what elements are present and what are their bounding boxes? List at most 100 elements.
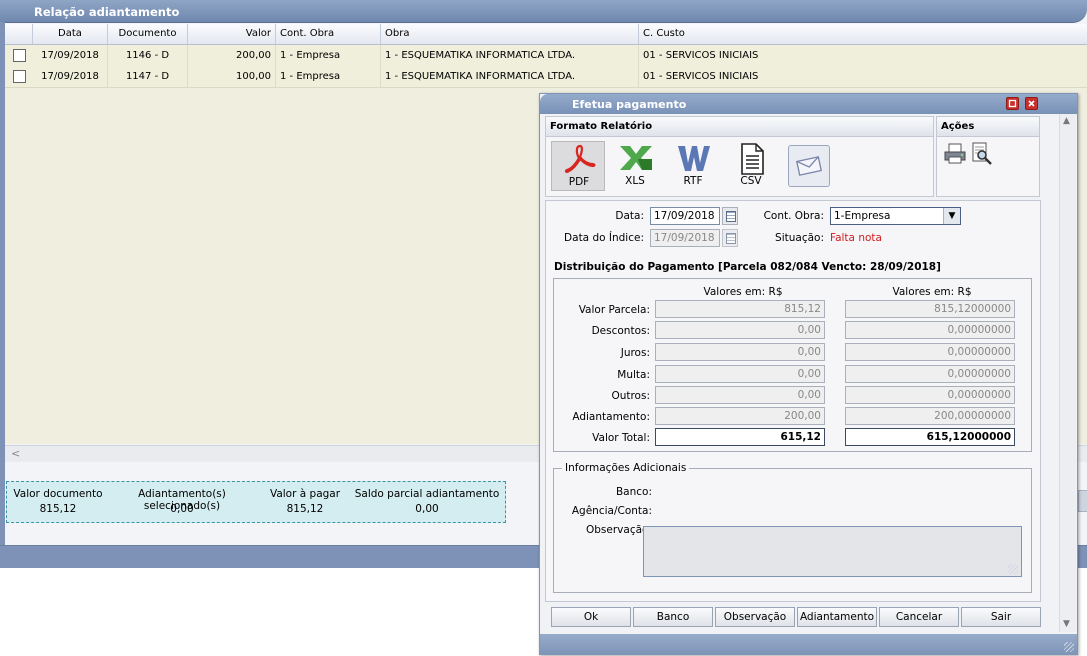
header-valor[interactable]: Valor: [188, 24, 276, 44]
row-checkbox[interactable]: [13, 70, 26, 83]
valor-total-label: Valor Total:: [592, 432, 650, 444]
data-indice-label: Data do Índice:: [564, 232, 644, 244]
valor-documento-label: Valor documento: [13, 488, 103, 500]
pdf-format-button[interactable]: PDF: [551, 141, 605, 191]
observacao-textarea[interactable]: [643, 526, 1022, 577]
acoes-header: Ações: [937, 117, 1039, 137]
adiantamento-field: 200,00: [655, 407, 825, 425]
situacao-value: Falta nota: [830, 232, 882, 244]
descontos-field-precise: 0,00000000: [845, 321, 1015, 339]
observacao-button[interactable]: Observação: [715, 607, 795, 627]
formato-relatorio-header: Formato Relatório: [546, 117, 933, 137]
maximize-icon[interactable]: [1006, 97, 1019, 110]
calendar-icon: [722, 229, 738, 247]
table-header: Data Documento Valor Cont. Obra Obra C. …: [5, 24, 1087, 45]
header-checkbox-col: [5, 24, 33, 44]
pdf-icon: [564, 144, 596, 173]
resize-grip-icon[interactable]: [1008, 564, 1018, 574]
valor-pagar-label: Valor à pagar: [269, 488, 341, 500]
data-input[interactable]: 17/09/2018: [650, 207, 720, 225]
descontos-label: Descontos:: [591, 325, 650, 337]
outros-field-precise: 0,00000000: [845, 386, 1015, 404]
window-title: Relação adiantamento: [34, 5, 180, 19]
rtf-icon: [678, 146, 710, 171]
envelope-icon: [796, 156, 822, 176]
cell-c-custo: 01 - SERVICOS INICIAIS: [643, 71, 759, 82]
adiantamentos-value: 0,00: [170, 503, 194, 515]
adiantamento-field-precise: 200,00000000: [845, 407, 1015, 425]
cell-documento: 1146 - D: [108, 45, 188, 66]
csv-label: CSV: [740, 175, 762, 187]
csv-format-button[interactable]: CSV: [724, 141, 778, 191]
juros-label: Juros:: [620, 347, 650, 359]
valor-documento-value: 815,12: [39, 503, 77, 515]
preview-icon[interactable]: [969, 141, 993, 165]
cell-obra: 1 - ESQUEMATIKA INFORMATICA LTDA.: [381, 45, 639, 66]
pdf-label: PDF: [568, 176, 590, 188]
row-checkbox[interactable]: [13, 49, 26, 62]
cell-valor: 200,00: [188, 45, 276, 66]
close-icon[interactable]: [1025, 97, 1038, 110]
cont-obra-value: 1-Empresa: [834, 210, 891, 222]
xls-format-button[interactable]: XLS: [608, 141, 662, 191]
table-row[interactable]: 17/09/2018 1146 - D 200,00 1 - Empresa 1…: [5, 45, 1087, 67]
sair-button[interactable]: Sair: [961, 607, 1041, 627]
saldo-label: Saldo parcial adiantamento: [354, 488, 500, 500]
xls-label: XLS: [625, 175, 645, 187]
cell-cont-obra: 1 - Empresa: [276, 66, 381, 87]
observacao-label: Observação:: [586, 524, 652, 536]
dialog-titlebar[interactable]: Efetua pagamento: [540, 94, 1077, 114]
dialog-status-bar: [540, 634, 1077, 654]
cell-obra: 1 - ESQUEMATIKA INFORMATICA LTDA.: [381, 66, 639, 87]
scroll-down-icon[interactable]: ▼: [1063, 619, 1070, 629]
dialog-vertical-scrollbar[interactable]: ▲ ▼: [1059, 114, 1076, 632]
printer-icon[interactable]: [943, 143, 967, 165]
data-indice-input: 17/09/2018: [650, 229, 720, 247]
cont-obra-label: Cont. Obra:: [763, 210, 824, 222]
efetua-pagamento-dialog: Efetua pagamento Formato Relatório PDF X…: [539, 93, 1078, 655]
valores-em-header: Valores em: R$: [703, 286, 783, 298]
outros-field: 0,00: [655, 386, 825, 404]
table-row[interactable]: 17/09/2018 1147 - D 100,00 1 - Empresa 1…: [5, 66, 1087, 88]
chevron-down-icon[interactable]: ▼: [943, 208, 960, 224]
adiantamento-label: Adiantamento:: [572, 411, 650, 423]
rtf-format-button[interactable]: RTF: [666, 141, 720, 191]
multa-field: 0,00: [655, 365, 825, 383]
cell-cont-obra: 1 - Empresa: [276, 45, 381, 66]
csv-icon: [741, 143, 764, 175]
header-c-custo[interactable]: C. Custo: [639, 24, 1087, 44]
cont-obra-select[interactable]: 1-Empresa ▼: [830, 207, 961, 225]
acoes-panel: Ações: [936, 116, 1040, 197]
cell-valor: 100,00: [188, 66, 276, 87]
valor-parcela-field-precise: 815,12000000: [845, 300, 1015, 318]
banco-button[interactable]: Banco: [633, 607, 713, 627]
resize-grip-icon[interactable]: [1064, 642, 1074, 652]
descontos-field: 0,00: [655, 321, 825, 339]
cell-c-custo: 01 - SERVICOS INICIAIS: [643, 50, 759, 61]
ok-button[interactable]: Ok: [551, 607, 631, 627]
formato-relatorio-panel: Formato Relatório PDF XLS RTF CSV: [545, 116, 934, 197]
multa-field-precise: 0,00000000: [845, 365, 1015, 383]
cancelar-button[interactable]: Cancelar: [879, 607, 959, 627]
cell-documento: 1147 - D: [108, 66, 188, 87]
adiantamento-button[interactable]: Adiantamento: [797, 607, 877, 627]
header-documento[interactable]: Documento: [108, 24, 188, 44]
valor-pagar-value: 815,12: [286, 503, 324, 515]
situacao-label: Situação:: [775, 232, 824, 244]
header-obra[interactable]: Obra: [381, 24, 639, 44]
calendar-icon[interactable]: [722, 207, 738, 225]
valores-em-header: Valores em: R$: [892, 286, 972, 298]
distribuicao-title: Distribuição do Pagamento [Parcela 082/0…: [554, 261, 941, 273]
header-cont-obra[interactable]: Cont. Obra: [276, 24, 381, 44]
side-scroll-handle[interactable]: [1078, 490, 1087, 512]
valor-total-field: 615,12: [655, 428, 825, 446]
xls-icon: [620, 146, 652, 170]
window-titlebar: Relação adiantamento: [0, 0, 1087, 23]
rtf-label: RTF: [683, 175, 703, 187]
header-data[interactable]: Data: [33, 24, 108, 44]
scroll-up-icon[interactable]: ▲: [1063, 116, 1070, 126]
informacoes-adicionais-box: Informações Adicionais Banco: Agência/Co…: [553, 462, 1032, 593]
email-button[interactable]: [788, 145, 830, 187]
saldo-value: 0,00: [415, 503, 439, 515]
scroll-left-icon[interactable]: <: [11, 447, 20, 460]
